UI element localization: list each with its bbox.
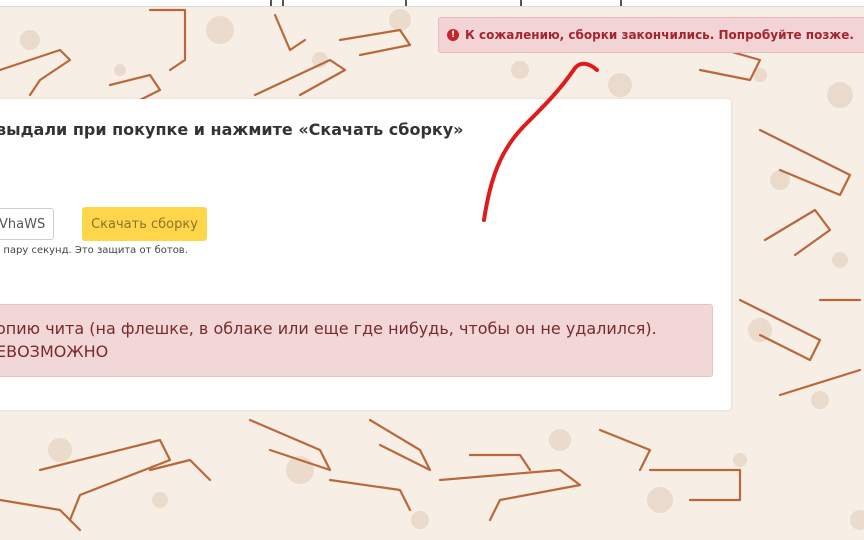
purchase-code-input[interactable] [0, 208, 54, 240]
exclamation-circle-icon: ! [447, 29, 459, 41]
download-build-button[interactable]: Скачать сборку [82, 207, 207, 241]
browser-top-strip [0, 0, 864, 7]
warning-alert [0, 304, 713, 377]
error-notification-message: К сожалению, сборки закончились. Попробу… [465, 28, 854, 42]
card-heading: выдали при покупке и нажмите «Скачать сб… [0, 120, 464, 139]
warning-text-line-2: ЕВОЗМОЖНО [0, 342, 109, 361]
error-notification: ! К сожалению, сборки закончились. Попро… [438, 17, 864, 53]
warning-text-line-1: опию чита (на флешке, в облаке или еще г… [0, 319, 657, 338]
bot-protection-note: е пару секунд. Это защита от ботов. [0, 245, 188, 256]
